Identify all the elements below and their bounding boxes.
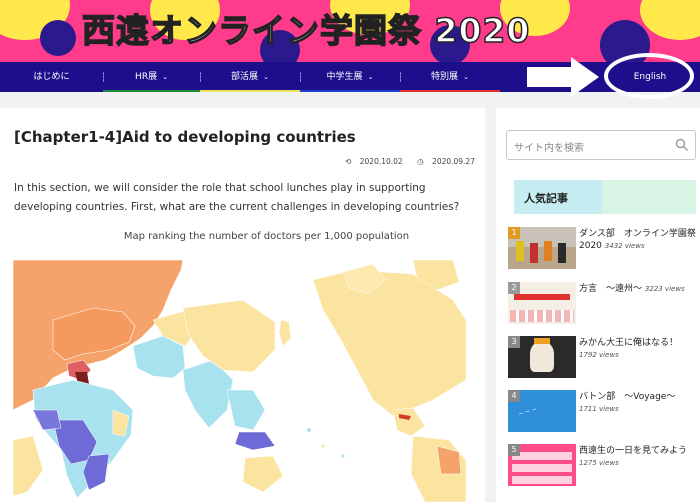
popular-thumbnail[interactable]: 5	[508, 444, 576, 486]
nav-item-junior[interactable]: 中学生展 ⌄	[300, 62, 400, 92]
search-input[interactable]: サイト内を検索	[514, 139, 584, 154]
thumbnail-part	[512, 450, 572, 484]
clock-icon: ◷	[417, 157, 424, 166]
view-count: 3432 views	[604, 242, 645, 250]
nav-item-label: HR展	[135, 72, 158, 82]
view-count: 1792 views	[579, 351, 619, 359]
nav-item-label: はじめに	[33, 72, 70, 82]
popular-item-text: みかん大王に俺はなる！ 1792 views	[579, 337, 699, 361]
nav-item-label: 部活展	[231, 72, 259, 82]
banner-decoration	[640, 0, 700, 40]
rank-badge: 1	[508, 227, 520, 239]
header-decoration	[506, 180, 514, 214]
nav-underline	[0, 90, 103, 92]
thumbnail-part	[516, 241, 524, 261]
annotation-arrow-icon	[527, 57, 599, 97]
chevron-down-icon: ⌄	[263, 73, 269, 81]
published-date-text: 2020.09.27	[432, 157, 475, 166]
chevron-down-icon: ⌄	[162, 73, 168, 81]
popular-item-title[interactable]: バトン部 ～Voyage～	[579, 392, 675, 402]
popular-thumbnail[interactable]: 2	[508, 282, 576, 324]
nav-item-label: 中学生展	[326, 72, 363, 82]
rank-badge: 5	[508, 444, 520, 456]
rank-badge: 2	[508, 282, 520, 294]
article-title: [Chapter1-4]Aid to developing countries	[14, 128, 356, 146]
nav-underline	[103, 90, 200, 92]
thumbnail-part	[534, 338, 550, 344]
article-card: [Chapter1-4]Aid to developing countries …	[0, 108, 485, 502]
popular-thumbnail[interactable]: ~ ~ ~ 4	[508, 390, 576, 432]
chevron-down-icon: ⌄	[367, 73, 374, 81]
nav-underline	[200, 90, 300, 92]
popular-item[interactable]: 3 みかん大王に俺はなる！ 1792 views	[508, 336, 698, 382]
sidebar: サイト内を検索 人気記事 1 ダンス部 オンライン学園祭2020 3432 vi…	[496, 108, 700, 502]
search-icon[interactable]	[675, 138, 689, 152]
annotation-circle	[604, 53, 694, 99]
header-decoration	[602, 180, 696, 214]
popular-articles-title: 人気記事	[524, 192, 568, 205]
thumbnail-part	[530, 342, 554, 372]
popular-item-title[interactable]: 西遠生の一日を見てみよう	[579, 446, 687, 456]
thumbnail-part: ~ ~ ~	[517, 405, 538, 419]
nav-item-special[interactable]: 特別展 ⌄	[400, 62, 500, 92]
updated-date: ⟲ 2020.10.02	[339, 157, 403, 166]
popular-item[interactable]: 5 西遠生の一日を見てみよう 1275 views	[508, 444, 698, 490]
article-intro: In this section, we will consider the ro…	[14, 182, 460, 213]
popular-item-text: 西遠生の一日を見てみよう 1275 views	[579, 445, 699, 469]
view-count: 3223 views	[644, 285, 685, 293]
rank-badge: 4	[508, 390, 520, 402]
nav-item-intro[interactable]: はじめに	[0, 62, 103, 92]
rank-badge: 3	[508, 336, 520, 348]
popular-item[interactable]: 1 ダンス部 オンライン学園祭2020 3432 views	[508, 227, 698, 273]
site-banner[interactable]: 西遠オンライン学園祭 2020	[0, 0, 700, 62]
thumbnail-part	[544, 241, 552, 261]
thumbnail-part	[514, 294, 570, 300]
popular-item-title[interactable]: 方言 ～遠州～	[579, 284, 642, 294]
world-map-image[interactable]	[13, 260, 466, 502]
view-count: 1711 views	[579, 405, 619, 413]
published-date: ◷ 2020.09.27	[411, 157, 475, 166]
nav-underline	[400, 90, 500, 92]
popular-thumbnail[interactable]: 3	[508, 336, 576, 378]
popular-item-title[interactable]: みかん大王に俺はなる！	[579, 338, 678, 348]
popular-thumbnail[interactable]: 1	[508, 227, 576, 269]
banner-decoration	[40, 20, 76, 56]
nav-underline	[300, 90, 400, 92]
popular-item-text: バトン部 ～Voyage～ 1711 views	[579, 391, 699, 415]
updated-date-text: 2020.10.02	[359, 157, 403, 166]
site-title[interactable]: 西遠オンライン学園祭 2020	[81, 4, 530, 52]
popular-item[interactable]: 2 方言 ～遠州～ 3223 views	[508, 282, 698, 328]
chevron-down-icon: ⌄	[463, 73, 469, 81]
nav-item-hr[interactable]: HR展 ⌄	[103, 62, 200, 92]
popular-item-text: 方言 ～遠州～ 3223 views	[579, 283, 699, 295]
map-caption: Map ranking the number of doctors per 1,…	[123, 231, 410, 242]
nav-item-club[interactable]: 部活展 ⌄	[200, 62, 300, 92]
popular-item[interactable]: ~ ~ ~ 4 バトン部 ～Voyage～ 1711 views	[508, 390, 698, 436]
thumbnail-part	[530, 243, 538, 263]
thumbnail-part	[558, 243, 566, 263]
refresh-icon: ⟲	[345, 157, 352, 166]
thumbnail-part	[510, 310, 574, 322]
view-count: 1275 views	[579, 459, 619, 467]
popular-item-text: ダンス部 オンライン学園祭2020 3432 views	[579, 228, 699, 252]
search-box[interactable]: サイト内を検索	[506, 130, 696, 160]
popular-articles-header: 人気記事	[506, 180, 696, 214]
article-dates: ⟲ 2020.10.02 ◷ 2020.09.27	[333, 157, 475, 166]
nav-item-label: 特別展	[431, 72, 459, 82]
